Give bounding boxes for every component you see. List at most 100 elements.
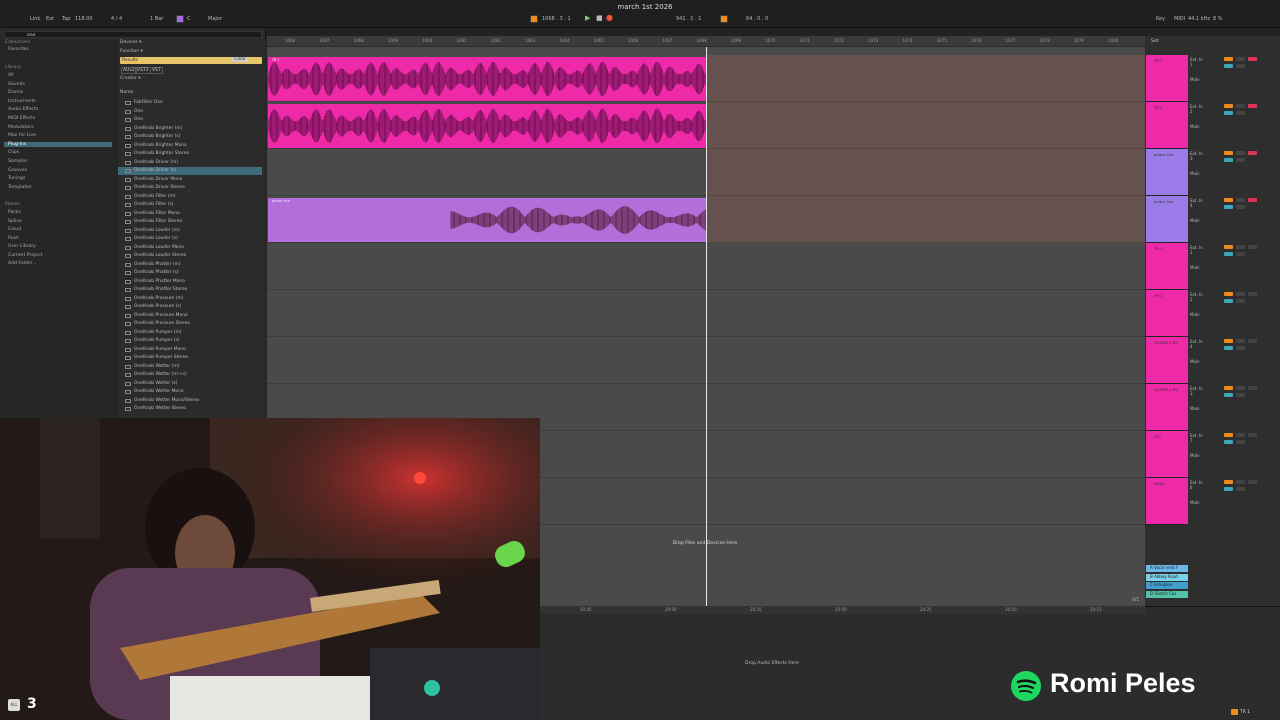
solo-button[interactable]: [1236, 433, 1245, 437]
list-item[interactable]: OneKnob Brighter (m): [118, 125, 262, 133]
arm-button[interactable]: [1248, 151, 1257, 155]
stop-icon[interactable]: ■: [596, 14, 603, 22]
list-item[interactable]: OneKnob Filter Stereo: [118, 218, 262, 226]
creator-filter[interactable]: Creator ▾: [120, 76, 140, 81]
tap-tempo-button[interactable]: Tap: [62, 16, 70, 22]
output-select[interactable]: Main: [1190, 77, 1220, 82]
solo-button[interactable]: [1236, 151, 1245, 155]
monitor-switch[interactable]: [1190, 443, 1220, 453]
list-item[interactable]: OneKnob Pumper Stereo: [118, 354, 262, 362]
track-activator-button[interactable]: [1224, 57, 1233, 61]
list-item[interactable]: FabFilter One: [118, 99, 262, 107]
arm-button[interactable]: [1248, 339, 1257, 343]
track-header[interactable]: guitar line: [1146, 196, 1188, 243]
track-activator-button[interactable]: [1224, 292, 1233, 296]
sidebar-item-tunings[interactable]: Tunings: [8, 176, 25, 181]
arm-button[interactable]: [1248, 292, 1257, 296]
audio-clip[interactable]: TR 1: [268, 57, 706, 101]
list-item[interactable]: OneKnob Wetter (m): [118, 363, 262, 371]
list-item[interactable]: OneKnob Driver (m): [118, 159, 262, 167]
solo-button[interactable]: [1236, 198, 1245, 202]
list-item[interactable]: OneKnob Louder (m): [118, 227, 262, 235]
pan-field[interactable]: [1236, 487, 1245, 491]
monitor-switch[interactable]: [1190, 349, 1220, 359]
volume-field[interactable]: [1224, 440, 1233, 444]
list-item[interactable]: OneKnob Phatter (m): [118, 261, 262, 269]
scale-mode-icon[interactable]: [176, 15, 184, 23]
key-map-button[interactable]: Key: [1156, 16, 1165, 22]
list-item[interactable]: OneKnob Driver (s): [118, 167, 262, 175]
list-item[interactable]: One: [118, 116, 262, 124]
track-activator-button[interactable]: [1224, 151, 1233, 155]
arm-button[interactable]: [1248, 480, 1257, 484]
volume-field[interactable]: [1224, 64, 1233, 68]
sidebar-item-max-for-live[interactable]: Max for Live: [8, 133, 36, 138]
place-user-library[interactable]: User Library: [8, 244, 36, 249]
list-item[interactable]: OneKnob Filter (s): [118, 201, 262, 209]
volume-field[interactable]: [1224, 252, 1233, 256]
midi-map-button[interactable]: MIDI: [1174, 16, 1185, 22]
track-header[interactable]: GUITAR L/R2: [1146, 384, 1188, 431]
place-current-project[interactable]: Current Project: [8, 253, 42, 258]
sidebar-item-templates[interactable]: Templates: [8, 185, 31, 190]
pan-field[interactable]: [1236, 64, 1245, 68]
output-select[interactable]: Main: [1190, 171, 1220, 176]
volume-field[interactable]: [1224, 346, 1233, 350]
monitor-switch[interactable]: [1190, 490, 1220, 500]
output-select[interactable]: Main: [1190, 124, 1220, 129]
solo-button[interactable]: [1236, 386, 1245, 390]
list-item[interactable]: OneKnob Pumper (m): [118, 329, 262, 337]
volume-field[interactable]: [1224, 487, 1233, 491]
name-column-header[interactable]: Name: [120, 90, 133, 95]
list-item[interactable]: OneKnob Louder (s): [118, 235, 262, 243]
list-item[interactable]: OneKnob Driver Mono: [118, 176, 262, 184]
output-select[interactable]: Main: [1190, 500, 1220, 505]
sidebar-item-samples[interactable]: Samples: [8, 159, 28, 164]
volume-field[interactable]: [1224, 393, 1233, 397]
monitor-switch[interactable]: [1190, 255, 1220, 265]
list-item[interactable]: One: [118, 108, 262, 116]
track-activator-button[interactable]: [1224, 386, 1233, 390]
list-item[interactable]: OneKnob Pressure Stereo: [118, 320, 262, 328]
track-header[interactable]: GUITAR L/R2: [1146, 337, 1188, 384]
output-select[interactable]: Main: [1190, 406, 1220, 411]
format-vst[interactable]: VST: [150, 67, 163, 74]
arm-button[interactable]: [1248, 386, 1257, 390]
list-item[interactable]: OneKnob Wetter (m->s): [118, 371, 262, 379]
sidebar-item-all[interactable]: All: [8, 73, 14, 78]
pan-field[interactable]: [1236, 346, 1245, 350]
pan-field[interactable]: [1236, 158, 1245, 162]
place-packs[interactable]: Packs: [8, 210, 21, 215]
track-header[interactable]: TR 1: [1146, 55, 1188, 102]
list-item[interactable]: OneKnob Louder Mono: [118, 244, 262, 252]
link-button[interactable]: Link: [30, 16, 40, 22]
sidebar-item-drums[interactable]: Drums: [8, 90, 23, 95]
sidebar-item-plug-ins[interactable]: Plug-Ins: [4, 141, 112, 147]
return-track[interactable]: D Sketch Cas: [1146, 590, 1188, 598]
list-item[interactable]: OneKnob Phatter Mono: [118, 278, 262, 286]
track-activator-button[interactable]: [1224, 104, 1233, 108]
loop-switch-icon[interactable]: [720, 15, 728, 23]
pan-field[interactable]: [1236, 393, 1245, 397]
monitor-switch[interactable]: [1190, 396, 1220, 406]
solo-button[interactable]: [1236, 339, 1245, 343]
track-activator-button[interactable]: [1224, 198, 1233, 202]
follow-icon[interactable]: [530, 15, 538, 23]
track-activator-button[interactable]: [1224, 245, 1233, 249]
filter-1[interactable]: Function ▾: [120, 49, 143, 54]
list-item[interactable]: OneKnob Phatter (s): [118, 269, 262, 277]
audio-clip[interactable]: [268, 104, 706, 148]
list-item[interactable]: OneKnob Brighter Stereo: [118, 150, 262, 158]
output-select[interactable]: Main: [1190, 312, 1220, 317]
list-item[interactable]: OneKnob Wetter (s): [118, 380, 262, 388]
set-label[interactable]: Set: [1151, 39, 1158, 44]
track-activator-button[interactable]: [1224, 339, 1233, 343]
sidebar-item-modulators[interactable]: Modulators: [8, 125, 34, 130]
pan-field[interactable]: [1236, 252, 1245, 256]
list-item[interactable]: OneKnob Louder Stereo: [118, 252, 262, 260]
arm-button[interactable]: [1248, 198, 1257, 202]
volume-field[interactable]: [1224, 205, 1233, 209]
list-item[interactable]: OneKnob Pressure Mono: [118, 312, 262, 320]
arrangement-position[interactable]: 1068 . 3 . 1: [542, 16, 571, 22]
list-item[interactable]: OneKnob Wetter Mono: [118, 388, 262, 396]
